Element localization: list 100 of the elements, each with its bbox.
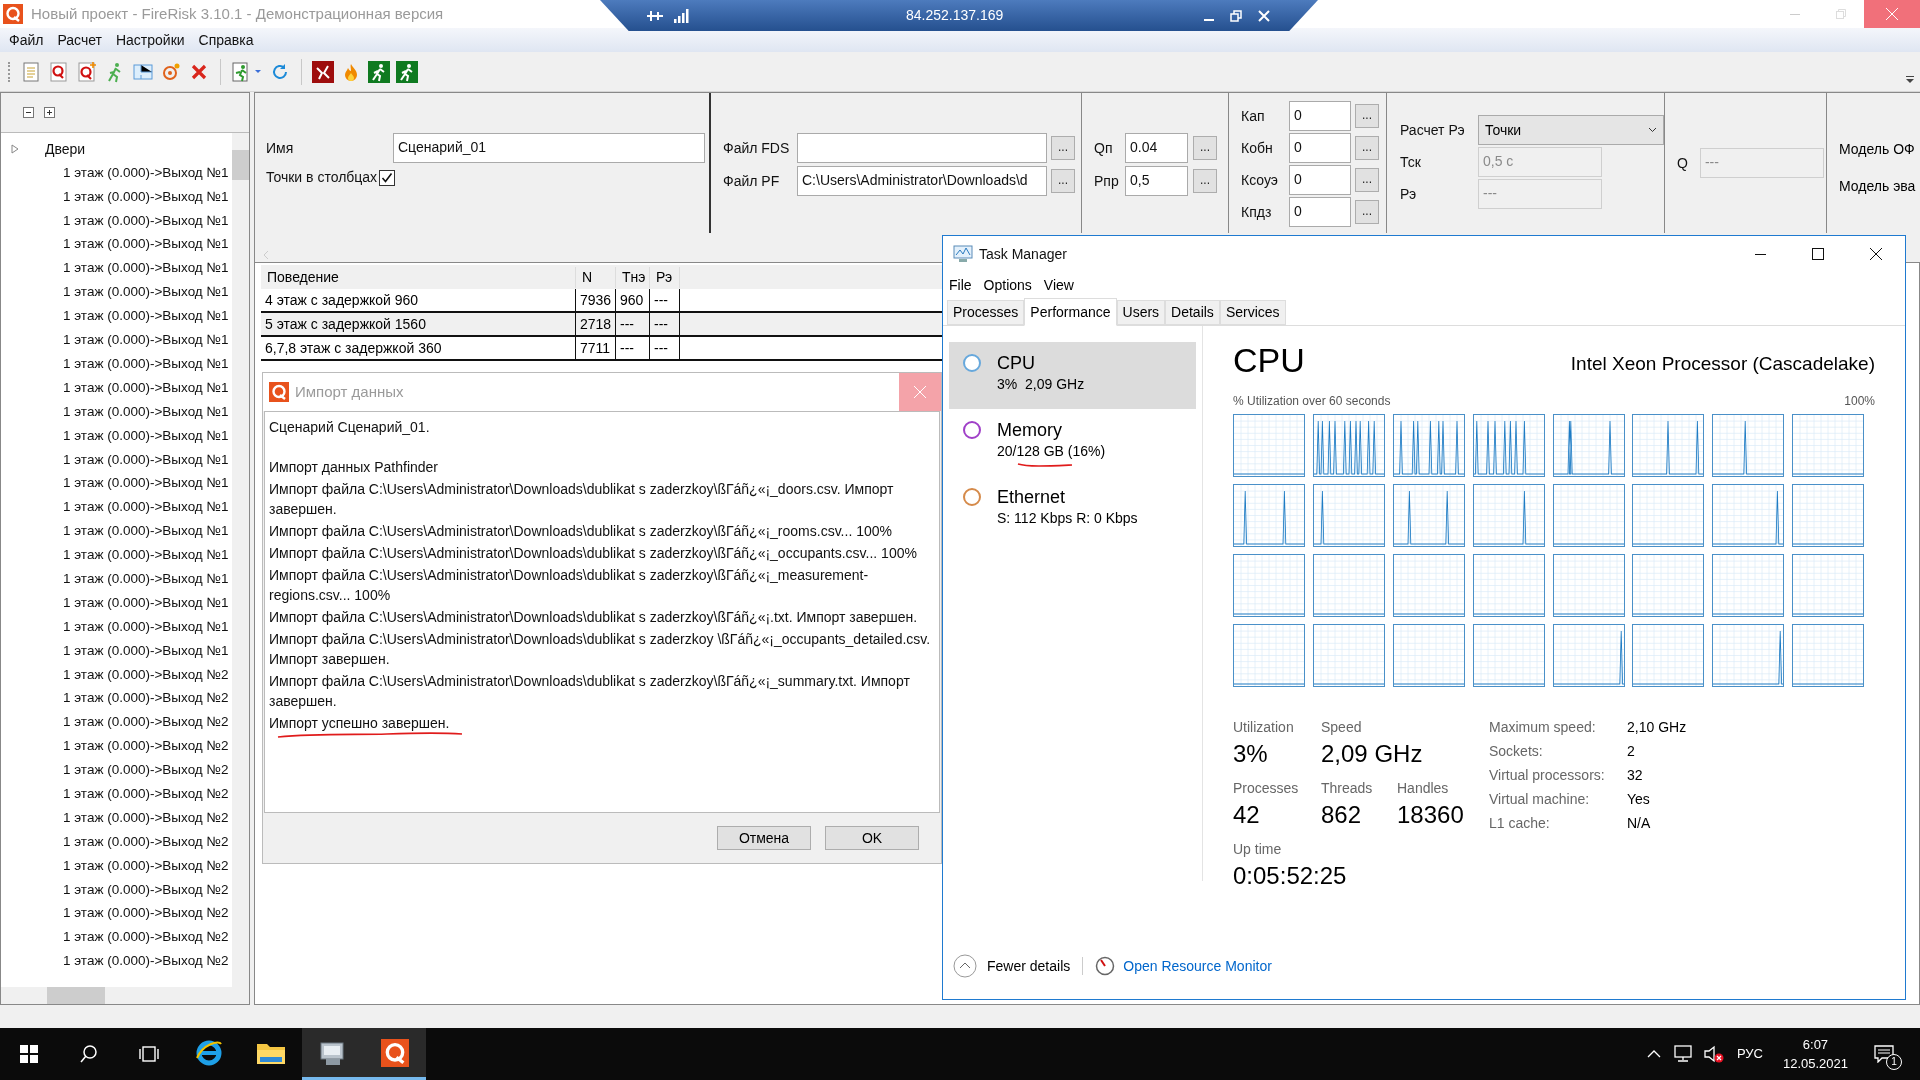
browse-button[interactable]: ... (1193, 136, 1217, 160)
taskbar-app[interactable] (364, 1028, 426, 1080)
expand-all-icon[interactable] (44, 107, 55, 118)
tab[interactable]: Details (1165, 300, 1220, 325)
fewer-details-link[interactable]: Fewer details (987, 955, 1071, 977)
text-field[interactable]: 0.04 (1125, 133, 1188, 163)
text-field[interactable]: 0,5 (1125, 166, 1188, 196)
column-header[interactable]: Тнэ (616, 266, 650, 288)
tree-item[interactable]: 1 этаж (0.000)->Выход №1 (63, 210, 229, 231)
table-cell: --- (650, 289, 680, 311)
calculation-dropdown[interactable]: Точки (1478, 115, 1664, 145)
text-field[interactable]: 0 (1289, 101, 1351, 131)
tree-item[interactable]: 1 этаж (0.000)->Выход №2 (63, 951, 229, 972)
resource-item[interactable]: CPU 3% 2,09 GHz (949, 342, 1196, 409)
name-field[interactable]: Сценарий_01 (393, 133, 705, 163)
tree-item[interactable]: 1 этаж (0.000)->Выход №1 (63, 282, 229, 303)
tree-item[interactable]: 1 этаж (0.000)->Выход №2 (63, 664, 229, 685)
tree-item[interactable]: 1 этаж (0.000)->Выход №1 (63, 306, 229, 327)
column-header[interactable]: Рэ (650, 266, 680, 288)
column-header[interactable]: N (576, 266, 616, 288)
vertical-scrollbar[interactable] (232, 133, 249, 987)
tab[interactable]: Services (1219, 300, 1286, 325)
column-header[interactable]: Поведение (261, 266, 576, 288)
browse-button[interactable]: ... (1355, 168, 1379, 192)
restore-icon[interactable] (1230, 9, 1242, 22)
tree-item[interactable]: 1 этаж (0.000)->Выход №2 (63, 831, 229, 852)
taskbar-app[interactable] (302, 1028, 364, 1080)
menu-item[interactable]: Options (983, 274, 1032, 296)
browse-button[interactable]: ... (1355, 136, 1379, 160)
close-icon[interactable] (1258, 9, 1270, 22)
exit-door-icon[interactable] (231, 60, 263, 83)
menu-item[interactable]: Расчет (50, 29, 109, 51)
notification-icon[interactable] (1874, 1045, 1894, 1063)
file-path-field[interactable] (797, 133, 1047, 163)
tree-item[interactable]: 1 этаж (0.000)->Выход №1 (63, 377, 229, 399)
tree-item[interactable]: 1 этаж (0.000)->Выход №2 (63, 736, 229, 757)
tree-item[interactable]: 1 этаж (0.000)->Выход №1 (63, 449, 229, 470)
browse-button[interactable]: ... (1051, 169, 1075, 193)
tree-item[interactable]: 1 этаж (0.000)->Выход №2 (63, 927, 229, 948)
browse-button[interactable]: ... (1355, 104, 1379, 128)
tree-item[interactable]: 1 этаж (0.000)->Выход №2 (63, 903, 229, 924)
tree-item[interactable]: 1 этаж (0.000)->Выход №2 (63, 855, 229, 876)
browse-button[interactable]: ... (1355, 200, 1379, 224)
evacuation-icon[interactable] (396, 60, 418, 83)
file-path-field[interactable]: C:\Users\Administrator\Downloads\d (797, 166, 1047, 196)
input-language[interactable]: РУС (1736, 1044, 1763, 1064)
menu-item[interactable]: Справка (191, 29, 261, 51)
tree-item[interactable]: 1 этаж (0.000)->Выход №2 (63, 879, 229, 900)
tree-item[interactable]: 1 этаж (0.000)->Выход №1 (63, 473, 229, 494)
add-report-icon[interactable] (76, 60, 98, 83)
tree-item[interactable]: 1 этаж (0.000)->Выход №1 (63, 616, 229, 637)
tree-item[interactable]: 1 этаж (0.000)->Выход №1 (63, 234, 229, 255)
network-icon[interactable] (1672, 1045, 1693, 1063)
tab[interactable]: Users (1116, 300, 1166, 325)
tab[interactable]: Processes (947, 300, 1025, 325)
clock[interactable]: 6:07 12.05.2021 (1782, 1035, 1848, 1073)
tree-item[interactable]: 1 этаж (0.000)->Выход №1 (63, 425, 229, 446)
menu-item[interactable]: File (949, 274, 972, 296)
expander-icon[interactable] (11, 144, 19, 154)
text-field[interactable]: 0 (1289, 133, 1351, 163)
tree-item[interactable]: 1 этаж (0.000)->Выход №1 (63, 568, 229, 590)
menu-item[interactable]: View (1043, 274, 1074, 296)
dialog-button[interactable]: Отмена (717, 826, 811, 850)
browse-button[interactable]: ... (1051, 136, 1075, 160)
tree-item[interactable]: 1 этаж (0.000)->Выход №2 (63, 807, 229, 829)
horizontal-scrollbar[interactable] (1, 987, 249, 1004)
tree-item[interactable]: 1 этаж (0.000)->Выход №1 (63, 545, 229, 566)
browse-button[interactable]: ... (1193, 169, 1217, 193)
tab[interactable]: Performance (1024, 298, 1117, 326)
collapse-all-icon[interactable] (23, 107, 34, 118)
volume-muted-icon[interactable] (1702, 1045, 1725, 1063)
checkbox[interactable] (379, 169, 396, 186)
tree-item[interactable]: 1 этаж (0.000)->Выход №2 (63, 712, 229, 733)
text-field[interactable]: 0 (1289, 165, 1351, 195)
pin-icon[interactable] (646, 8, 664, 23)
tree-item[interactable]: 1 этаж (0.000)->Выход №1 (63, 401, 229, 422)
resource-monitor-link[interactable]: Open Resource Monitor (1123, 955, 1272, 977)
tree-item[interactable]: 1 этаж (0.000)->Выход №2 (63, 783, 229, 805)
text-field[interactable]: 0 (1289, 197, 1351, 227)
tree-item[interactable]: 1 этаж (0.000)->Выход №1 (63, 640, 229, 661)
chevron-up-icon[interactable] (1646, 1050, 1661, 1058)
tree-item[interactable]: 1 этаж (0.000)->Выход №2 (63, 688, 229, 709)
tree-item[interactable]: 1 этаж (0.000)->Выход №1 (63, 353, 229, 375)
menu-item[interactable]: Файл (2, 29, 51, 51)
report-icon[interactable] (48, 60, 70, 83)
tree-item[interactable]: 1 этаж (0.000)->Выход №2 (63, 760, 229, 781)
tree-item[interactable]: 1 этаж (0.000)->Выход №1 (63, 592, 229, 614)
overflow-caret-icon[interactable] (1906, 75, 1914, 84)
tree-item[interactable]: 1 этаж (0.000)->Выход №1 (63, 186, 229, 207)
tree-item[interactable]: 1 этаж (0.000)->Выход №1 (63, 258, 229, 279)
dialog-button[interactable]: OK (825, 826, 919, 850)
tree-item[interactable]: Двери (45, 138, 86, 160)
tree-item[interactable]: 1 этаж (0.000)->Выход №1 (63, 521, 229, 542)
menu-item[interactable]: Настройки (108, 29, 192, 51)
tree-item[interactable]: 1 этаж (0.000)->Выход №1 (63, 162, 229, 184)
tree-item[interactable]: 1 этаж (0.000)->Выход №1 (63, 497, 229, 518)
escape-icon[interactable] (312, 60, 334, 83)
evacuation-icon[interactable] (368, 60, 390, 83)
chevron-up-circle-icon[interactable] (953, 954, 977, 978)
tree-item[interactable]: 1 этаж (0.000)->Выход №1 (63, 330, 229, 351)
